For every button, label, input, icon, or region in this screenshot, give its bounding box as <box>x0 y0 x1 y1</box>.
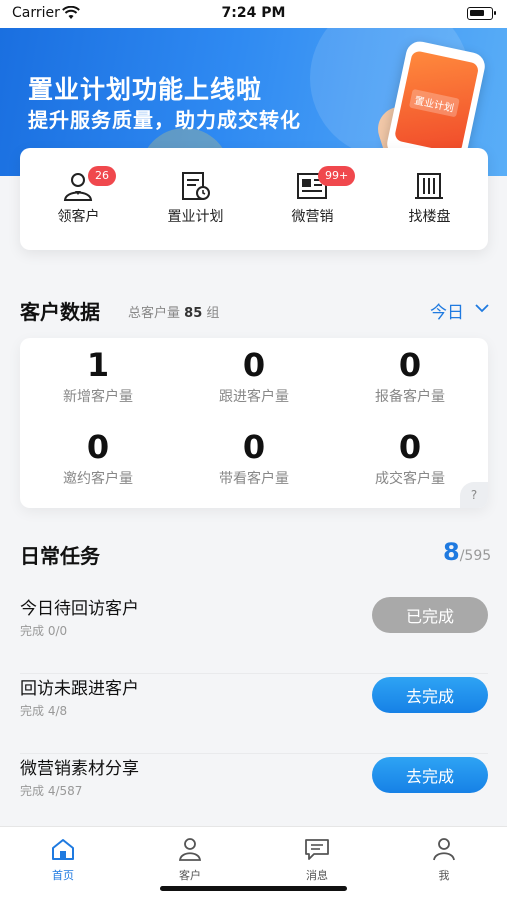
period-dropdown[interactable]: 今日 <box>430 298 464 323</box>
stat-label: 跟进客户量 <box>219 389 289 405</box>
micro-marketing-badge: 99+ <box>318 166 356 186</box>
building-icon <box>415 173 443 199</box>
quick-action-label: 领客户 <box>57 209 100 225</box>
daily-tasks-count: 8/595 <box>443 538 491 566</box>
task-progress: 完成 4/587 <box>20 782 82 799</box>
banner-phone-label: 置业计划 <box>408 88 460 118</box>
task-progress-value: 4/587 <box>47 784 83 798</box>
task-progress: 完成 4/8 <box>20 702 67 719</box>
quick-action-label: 找楼盘 <box>408 209 451 225</box>
task-go-complete-button[interactable]: 去完成 <box>372 677 488 713</box>
tab-label: 客户 <box>179 869 201 882</box>
task-progress-value: 4/8 <box>47 704 68 718</box>
quick-action-find-property[interactable]: 找楼盘 <box>371 148 488 250</box>
task-name: 回访未跟进客户 <box>20 679 139 699</box>
profile-icon <box>433 838 455 861</box>
banner-title: 置业计划功能上线啦 <box>28 75 263 104</box>
quick-action-plan[interactable]: 置业计划 <box>137 148 254 250</box>
banner-phone-screen: 置业计划 <box>393 50 480 155</box>
stat-value: 0 <box>242 346 266 384</box>
home-indicator <box>160 886 347 891</box>
stat-new-customers[interactable]: 1 新增客户量 <box>20 346 176 406</box>
quick-actions-card: 26 领客户 置业计划 99+ 微营销 找楼盘 <box>20 148 488 250</box>
tab-label: 消息 <box>306 869 328 882</box>
stat-closed-customers[interactable]: 0 成交客户量 <box>332 428 488 488</box>
total-customers: 总客户量 85 组 <box>128 302 219 321</box>
plan-document-icon <box>182 172 210 200</box>
message-icon <box>305 839 329 860</box>
task-go-complete-button[interactable]: 去完成 <box>372 757 488 793</box>
status-bar: Carrier 7:24 PM <box>0 0 507 28</box>
battery-icon <box>467 7 496 20</box>
stat-follow-up-customers[interactable]: 0 跟进客户量 <box>176 346 332 406</box>
tasks-done-count: 8 <box>443 538 460 566</box>
status-time: 7:24 PM <box>221 5 286 21</box>
task-progress-label: 完成 <box>20 624 45 638</box>
stat-label: 邀约客户量 <box>63 471 133 487</box>
stat-label: 带看客户量 <box>219 471 289 487</box>
quick-action-label: 置业计划 <box>167 209 224 225</box>
quick-action-label: 微营销 <box>291 209 334 225</box>
task-completed-button[interactable]: 已完成 <box>372 597 488 633</box>
quick-action-micro-marketing[interactable]: 99+ 微营销 <box>254 148 371 250</box>
total-customers-value: 85 <box>184 306 203 321</box>
task-row: 回访未跟进客户 完成 4/8 去完成 <box>20 674 488 754</box>
daily-tasks-title: 日常任务 <box>20 544 100 568</box>
total-customers-unit: 组 <box>206 306 220 321</box>
tasks-total-count: /595 <box>459 548 492 564</box>
stat-value: 0 <box>398 346 422 384</box>
task-name: 微营销素材分享 <box>20 759 139 779</box>
stat-label: 新增客户量 <box>63 389 133 405</box>
banner-subtitle: 提升服务质量，助力成交转化 <box>28 108 301 132</box>
task-name: 今日待回访客户 <box>20 599 139 619</box>
stat-label: 报备客户量 <box>375 389 445 405</box>
home-icon <box>52 839 74 860</box>
customer-data-title: 客户数据 <box>20 300 100 324</box>
tab-messages[interactable]: 消息 <box>254 827 380 887</box>
tab-customers[interactable]: 客户 <box>127 827 253 887</box>
help-icon[interactable]: ? <box>460 482 488 508</box>
tab-label: 我 <box>438 869 450 882</box>
tab-label: 首页 <box>52 869 74 882</box>
quick-action-claim-customer[interactable]: 26 领客户 <box>20 148 137 250</box>
stat-value: 0 <box>398 428 422 466</box>
task-row: 微营销素材分享 完成 4/587 去完成 <box>20 754 488 834</box>
claim-customer-badge: 26 <box>88 166 116 186</box>
task-progress: 完成 0/0 <box>20 622 67 639</box>
tab-home[interactable]: 首页 <box>0 827 126 887</box>
task-progress-label: 完成 <box>20 784 45 798</box>
stat-reported-customers[interactable]: 0 报备客户量 <box>332 346 488 406</box>
customer-icon <box>178 838 202 861</box>
tab-me[interactable]: 我 <box>381 827 507 887</box>
stat-invited-customers[interactable]: 0 邀约客户量 <box>20 428 176 488</box>
task-progress-value: 0/0 <box>47 624 68 638</box>
stat-value: 0 <box>86 428 110 466</box>
total-customers-label: 总客户量 <box>128 306 181 321</box>
stat-value: 1 <box>86 346 110 384</box>
stat-viewing-customers[interactable]: 0 带看客户量 <box>176 428 332 488</box>
customer-stats-card: 1 新增客户量 0 跟进客户量 0 报备客户量 0 邀约客户量 0 带看客户量 … <box>20 338 488 508</box>
stat-value: 0 <box>242 428 266 466</box>
task-progress-label: 完成 <box>20 704 45 718</box>
task-row: 今日待回访客户 完成 0/0 已完成 <box>20 594 488 674</box>
chevron-down-icon[interactable] <box>474 303 490 313</box>
